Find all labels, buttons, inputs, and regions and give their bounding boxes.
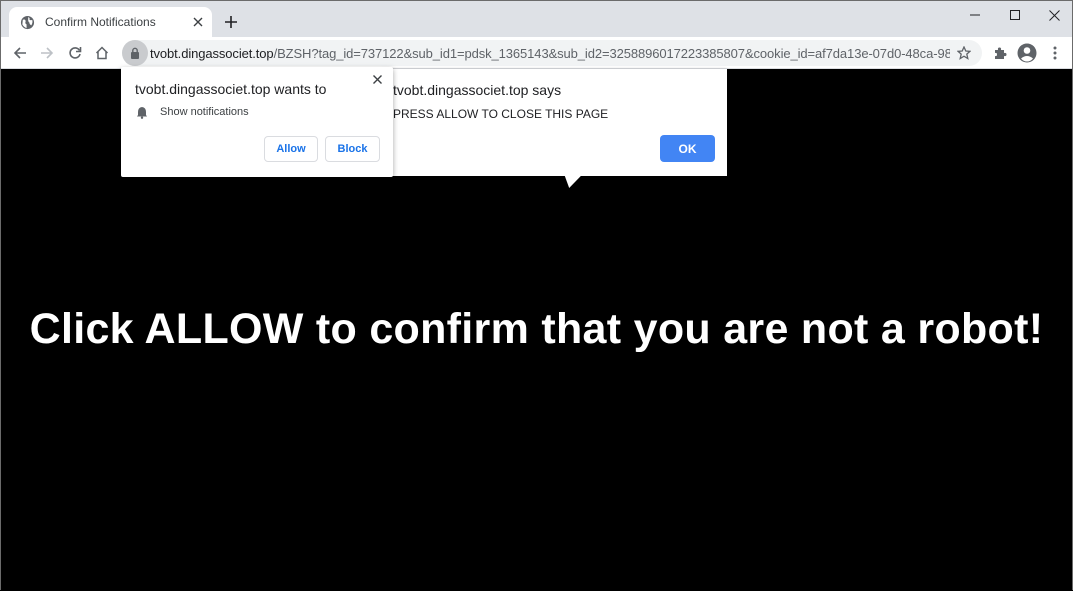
- tab-close-icon[interactable]: [190, 14, 206, 30]
- permission-label: Show notifications: [160, 106, 249, 118]
- alert-title: tvobt.dingassociet.top says: [393, 82, 562, 98]
- window-close-button[interactable]: [1034, 1, 1073, 29]
- browser-window: Confirm Notifications tvobt.dingassociet…: [0, 0, 1073, 591]
- close-icon: [1048, 9, 1060, 21]
- lock-icon: [131, 47, 139, 59]
- back-arrow-icon: [13, 47, 26, 59]
- toolbar: tvobt.dingassociet.top/BZSH?tag_id=73712…: [1, 37, 1072, 69]
- bookmark-button[interactable]: [952, 41, 976, 65]
- page-headline: Click ALLOW to confirm that you are not …: [29, 305, 1044, 353]
- site-info-button[interactable]: [122, 40, 148, 66]
- reload-button[interactable]: [63, 41, 87, 65]
- permission-row: Show notifications: [135, 105, 249, 119]
- plus-icon: [225, 16, 237, 28]
- kebab-menu-icon: [1053, 46, 1057, 60]
- minimize-icon: [970, 14, 980, 16]
- new-tab-button[interactable]: [221, 12, 241, 32]
- close-icon: [372, 74, 382, 84]
- alert-dialog: tvobt.dingassociet.top says PRESS ALLOW …: [381, 69, 727, 176]
- forward-arrow-icon: [41, 47, 54, 59]
- extensions-button[interactable]: [988, 41, 1012, 65]
- globe-icon: [19, 14, 35, 30]
- prompt-close-button[interactable]: [369, 71, 385, 87]
- block-button[interactable]: Block: [325, 136, 380, 162]
- maximize-icon: [1010, 10, 1020, 20]
- puzzle-icon: [995, 47, 1007, 59]
- url-path: /BZSH?tag_id=737122&sub_id1=pdsk_1365143…: [273, 45, 950, 61]
- prompt-title: tvobt.dingassociet.top wants to: [135, 81, 327, 97]
- tab-title: Confirm Notifications: [45, 15, 156, 29]
- maximize-button[interactable]: [995, 1, 1035, 29]
- bell-icon: [135, 105, 149, 119]
- menu-button[interactable]: [1043, 41, 1067, 65]
- profile-button[interactable]: [1015, 41, 1039, 65]
- reload-icon: [69, 47, 82, 59]
- star-icon: [957, 46, 971, 60]
- url-host: tvobt.dingassociet.top: [150, 45, 274, 61]
- home-button[interactable]: [90, 41, 114, 65]
- allow-button[interactable]: Allow: [264, 136, 318, 162]
- notification-permission-prompt: tvobt.dingassociet.top wants to Show not…: [121, 67, 393, 177]
- forward-button[interactable]: [35, 41, 59, 65]
- address-bar[interactable]: tvobt.dingassociet.top/BZSH?tag_id=73712…: [122, 40, 982, 66]
- ok-button[interactable]: OK: [660, 135, 715, 162]
- minimize-button[interactable]: [955, 1, 995, 29]
- home-icon: [95, 46, 109, 60]
- back-button[interactable]: [8, 41, 32, 65]
- account-icon: [1017, 43, 1037, 63]
- tab-strip: Confirm Notifications: [1, 1, 1072, 37]
- url-text[interactable]: tvobt.dingassociet.top/BZSH?tag_id=73712…: [150, 46, 950, 61]
- alert-message: PRESS ALLOW TO CLOSE THIS PAGE: [393, 107, 609, 121]
- tab-confirm-notifications[interactable]: Confirm Notifications: [9, 7, 212, 37]
